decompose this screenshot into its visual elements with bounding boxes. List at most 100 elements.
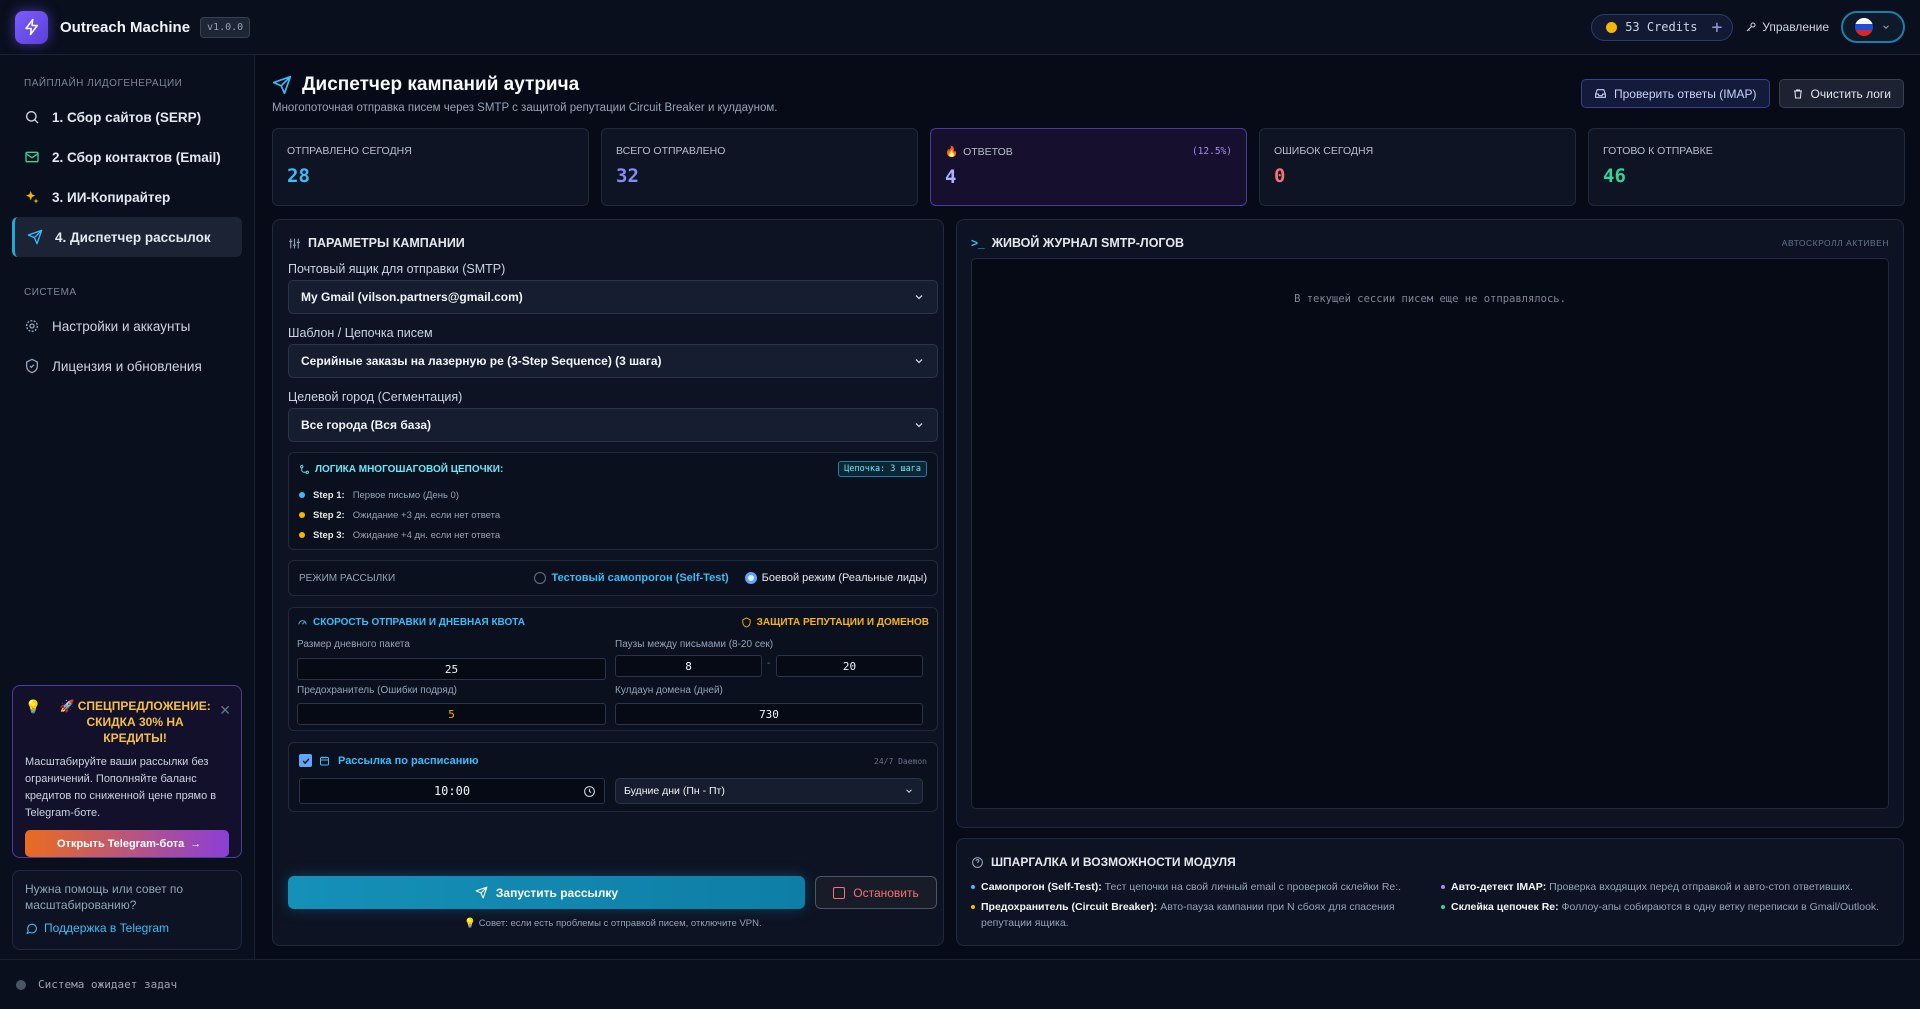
status-text: Система ожидает задач <box>38 978 178 991</box>
radio-on <box>744 572 757 584</box>
open-telegram-bot-button[interactable]: Открыть Telegram-бота → <box>25 830 229 857</box>
pause-label: Паузы между письмами (8-20 сек) <box>615 639 774 650</box>
step-name: Step 1: <box>313 489 345 501</box>
mode-label: РЕЖИМ РАССЫЛКИ <box>299 572 396 584</box>
chevron-down-icon <box>915 423 923 428</box>
imap-button-label: Проверить ответы (IMAP) <box>1613 86 1757 101</box>
lightning-logo-icon <box>15 10 48 44</box>
step-desc: Ожидание +3 дн. если нет ответа <box>352 509 501 521</box>
step-name: Step 2: <box>313 509 345 521</box>
telegram-support-link[interactable]: Поддержка в Telegram <box>25 921 229 935</box>
sidebar-section-pipeline: ПАЙПЛАЙН ЛИДОГЕНЕРАЦИИ <box>24 78 183 89</box>
city-select[interactable]: Все города (Вся база) <box>288 408 938 442</box>
mode-test-radio[interactable]: Тестовый самопрогон (Self-Test) <box>534 572 729 584</box>
stop-campaign-button[interactable]: Остановить <box>815 876 937 909</box>
promo-title: 🚀 СПЕЦПРЕДЛОЖЕНИЕ: СКИДКА 30% НА КРЕДИТЫ… <box>59 699 211 745</box>
stat-value: 0 <box>1274 165 1286 187</box>
schedule-label: Рассылка по расписанию <box>338 754 479 767</box>
russia-flag-icon <box>1855 18 1873 36</box>
pause-min-input[interactable]: 8 <box>615 655 762 677</box>
chain-badge: Цепочка: 3 шага <box>838 461 927 477</box>
smtp-label: Почтовый ящик для отправки (SMTP) <box>288 262 506 276</box>
schedule-days-select[interactable]: Будние дни (Пн - Пт) <box>615 778 923 804</box>
pause-max-input[interactable]: 20 <box>776 655 923 677</box>
search-icon <box>26 111 39 124</box>
chain-title: ЛОГИКА МНОГОШАГОВОЙ ЦЕПОЧКИ: <box>299 464 503 475</box>
stop-button-label: Остановить <box>853 885 919 900</box>
template-label: Шаблон / Цепочка писем <box>288 326 433 340</box>
clear-logs-button[interactable]: Очистить логи <box>1778 79 1904 108</box>
fuse-input[interactable]: 5 <box>297 703 606 725</box>
schedule-time-input[interactable]: 10:00 <box>299 778 605 804</box>
schedule-days-value: Будние дни (Пн - Пт) <box>624 785 725 797</box>
campaign-panel-title: ПАРАМЕТРЫ КАМПАНИИ <box>288 236 465 250</box>
schedule-box: Рассылка по расписанию 24/7 Daemon 10:00… <box>288 742 938 812</box>
sidebar-item-dispatcher[interactable]: 4. Диспетчер рассылок <box>12 217 242 257</box>
close-icon[interactable]: ✕ <box>219 702 231 719</box>
stat-label: ГОТОВО К ОТПРАВКЕ <box>1603 145 1713 157</box>
cooldown-input[interactable]: 730 <box>615 703 923 725</box>
smtp-select[interactable]: My Gmail (vilson.partners@gmail.com) <box>288 280 938 314</box>
credits-balance[interactable]: 53 Credits + <box>1591 13 1734 41</box>
step-desc: Ожидание +4 дн. если нет ответа <box>352 529 501 541</box>
template-select[interactable]: Серийные заказы на лазерную ре (3-Step S… <box>288 344 938 378</box>
sidebar-item-label: 2. Сбор контактов (Email) <box>52 149 221 165</box>
sidebar-item-settings[interactable]: Настройки и аккаунты <box>12 306 242 346</box>
page-subtitle: Многопоточная отправка писем через SMTP … <box>272 102 778 114</box>
cheatsheet-title-text: ШПАРГАЛКА И ВОЗМОЖНОСТИ МОДУЛЯ <box>991 855 1236 869</box>
fire-icon: 🔥 <box>945 146 959 158</box>
mode-live-label: Боевой режим (Реальные лиды) <box>761 572 927 584</box>
add-credits-icon[interactable]: + <box>1711 17 1722 38</box>
mode-live-radio[interactable]: Боевой режим (Реальные лиды) <box>744 572 927 584</box>
gear-icon <box>26 320 38 332</box>
chain-step: Step 1: Первое письмо (День 0) <box>299 485 927 505</box>
stat-label: ОШИБОК СЕГОДНЯ <box>1274 145 1374 157</box>
chevron-down-icon <box>915 295 923 300</box>
sidebar-item-email[interactable]: 2. Сбор контактов (Email) <box>12 137 242 177</box>
version-badge: v1.0.0 <box>200 16 251 38</box>
branch-icon <box>300 464 309 474</box>
batch-input[interactable]: 25 <box>297 658 606 680</box>
step-dot <box>299 512 305 518</box>
sidebar-item-copywriter[interactable]: 3. ИИ-Копирайтер <box>12 177 242 217</box>
cheat-item-name: Предохранитель (Circuit Breaker): <box>981 901 1158 913</box>
start-campaign-button[interactable]: Запустить рассылку <box>288 876 805 909</box>
clock-icon <box>584 785 595 797</box>
stat-ready: ГОТОВО К ОТПРАВКЕ 46 <box>1588 128 1905 206</box>
page-title-text: Диспетчер кампаний аутрича <box>302 74 580 95</box>
chain-step: Step 3: Ожидание +4 дн. если нет ответа <box>299 525 927 545</box>
language-selector[interactable] <box>1841 11 1905 43</box>
step-name: Step 3: <box>313 529 345 541</box>
chain-step: Step 2: Ожидание +3 дн. если нет ответа <box>299 505 927 525</box>
lightbulb-icon: 💡 <box>25 699 42 714</box>
chevron-down-icon <box>915 359 923 364</box>
manage-link[interactable]: Управление <box>1745 20 1829 34</box>
speed-box: СКОРОСТЬ ОТПРАВКИ И ДНЕВНАЯ КВОТА ЗАЩИТА… <box>288 607 938 731</box>
send-icon <box>27 229 43 245</box>
sidebar-item-label: Лицензия и обновления <box>52 358 202 374</box>
stats-row: ОТПРАВЛЕНО СЕГОДНЯ 28 ВСЕГО ОТПРАВЛЕНО 3… <box>272 128 1905 206</box>
stat-total-sent: ВСЕГО ОТПРАВЛЕНО 32 <box>601 128 918 206</box>
cheat-item-name: Самопрогон (Self-Test): <box>981 881 1102 893</box>
schedule-checkbox[interactable] <box>299 754 312 767</box>
pause-separator: - <box>767 658 771 669</box>
bullet <box>1441 905 1445 909</box>
sliders-icon <box>289 238 300 248</box>
fuse-label: Предохранитель (Ошибки подряд) <box>297 685 457 696</box>
status-bar: Система ожидает задач <box>0 959 1920 1009</box>
cheat-item-desc: Проверка входящих перед отправкой и авто… <box>1549 881 1854 893</box>
schedule-time-value: 10:00 <box>433 784 471 798</box>
cheat-item: Склейка цепочек Re: Фоллоу-апы собираютс… <box>1441 899 1891 915</box>
cheat-item: Авто-детект IMAP: Проверка входящих пере… <box>1441 879 1891 895</box>
sidebar-item-license[interactable]: Лицензия и обновления <box>12 346 242 386</box>
daemon-label: 24/7 Daemon <box>874 757 927 766</box>
stat-replies: 🔥 ОТВЕТОВ (12.5%) 4 <box>930 128 1247 206</box>
radio-off <box>534 572 547 584</box>
check-replies-imap-button[interactable]: Проверить ответы (IMAP) <box>1580 79 1770 108</box>
sidebar-item-label: 1. Сбор сайтов (SERP) <box>52 109 202 125</box>
sidebar-item-serp[interactable]: 1. Сбор сайтов (SERP) <box>12 97 242 137</box>
send-icon <box>272 75 292 95</box>
log-area[interactable]: В текущей сессии писем еще не отправляло… <box>971 258 1889 809</box>
smtp-log-panel: >_ ЖИВОЙ ЖУРНАЛ SMTP-ЛОГОВ АВТОСКРОЛЛ АК… <box>956 219 1904 828</box>
stat-label: ОТПРАВЛЕНО СЕГОДНЯ <box>287 145 412 157</box>
